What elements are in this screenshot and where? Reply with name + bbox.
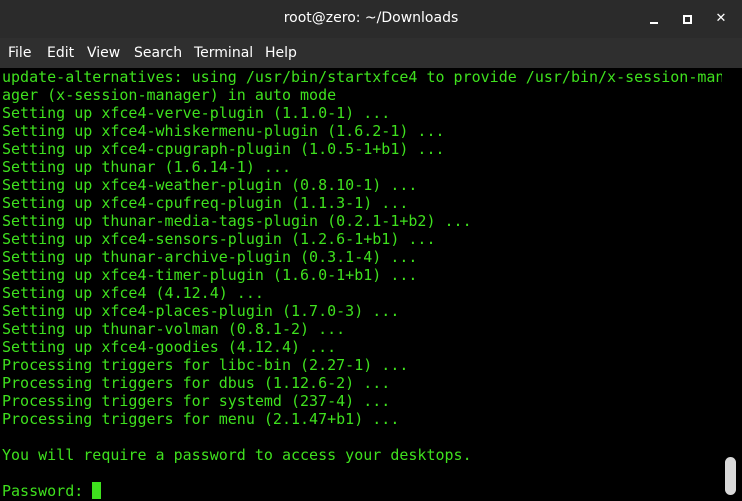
terminal-line: Setting up thunar-media-tags-plugin (0.2… [2, 212, 472, 230]
menu-search[interactable]: Search [134, 45, 182, 61]
maximize-icon [683, 15, 692, 24]
terminal-line: Setting up xfce4-cpugraph-plugin (1.0.5-… [2, 140, 445, 158]
terminal-line: Setting up xfce4-timer-plugin (1.6.0-1+b… [2, 266, 418, 284]
close-icon: ✕ [715, 11, 727, 26]
terminal-line: Setting up thunar-volman (0.8.1-2) ... [2, 320, 346, 338]
scrollbar-thumb[interactable] [725, 457, 736, 495]
scrollbar[interactable] [722, 68, 742, 501]
terminal-line: Setting up thunar-archive-plugin (0.3.1-… [2, 248, 418, 266]
terminal-line: update-alternatives: using /usr/bin/star… [2, 68, 722, 86]
terminal-line: Setting up xfce4-cpufreq-plugin (1.1.3-1… [2, 194, 409, 212]
terminal-cursor [92, 482, 102, 499]
terminal-line: Processing triggers for menu (2.1.47+b1)… [2, 410, 400, 428]
terminal-line: Setting up xfce4-goodies (4.12.4) ... [2, 338, 337, 356]
menu-help[interactable]: Help [265, 45, 297, 61]
terminal-line: Setting up thunar (1.6.14-1) ... [2, 158, 291, 176]
terminal-line: You will require a password to access yo… [2, 446, 472, 464]
terminal-window: root@zero: ~/Downloads ✕ File Edit View … [0, 0, 742, 501]
terminal-output[interactable]: update-alternatives: using /usr/bin/star… [0, 68, 722, 501]
title-bar[interactable]: root@zero: ~/Downloads ✕ [0, 0, 742, 38]
terminal-line: Processing triggers for libc-bin (2.27-1… [2, 356, 409, 374]
terminal-line: Processing triggers for dbus (1.12.6-2) … [2, 374, 391, 392]
menu-terminal[interactable]: Terminal [194, 45, 253, 61]
minimize-icon [650, 22, 658, 24]
password-prompt-line[interactable]: Password: [2, 482, 102, 500]
terminal-line: Setting up xfce4 (4.12.4) ... [2, 284, 264, 302]
terminal-line: Setting up xfce4-places-plugin (1.7.0-3)… [2, 302, 400, 320]
terminal-line: Processing triggers for systemd (237-4) … [2, 392, 391, 410]
terminal-line: Setting up xfce4-weather-plugin (0.8.10-… [2, 176, 418, 194]
terminal-line: Setting up xfce4-verve-plugin (1.1.0-1) … [2, 104, 391, 122]
terminal-line: ager (x-session-manager) in auto mode [2, 86, 337, 104]
menu-edit[interactable]: Edit [47, 45, 74, 61]
terminal-line: Setting up xfce4-whiskermenu-plugin (1.6… [2, 122, 445, 140]
menu-file[interactable]: File [8, 45, 31, 61]
menu-view[interactable]: View [87, 45, 120, 61]
maximize-button[interactable] [677, 9, 697, 29]
minimize-button[interactable] [644, 9, 664, 29]
terminal-line: Setting up xfce4-sensors-plugin (1.2.6-1… [2, 230, 436, 248]
window-title: root@zero: ~/Downloads [283, 10, 459, 26]
password-prompt: Password: [2, 482, 93, 500]
menu-bar: File Edit View Search Terminal Help [0, 38, 742, 68]
close-button[interactable]: ✕ [711, 9, 731, 29]
